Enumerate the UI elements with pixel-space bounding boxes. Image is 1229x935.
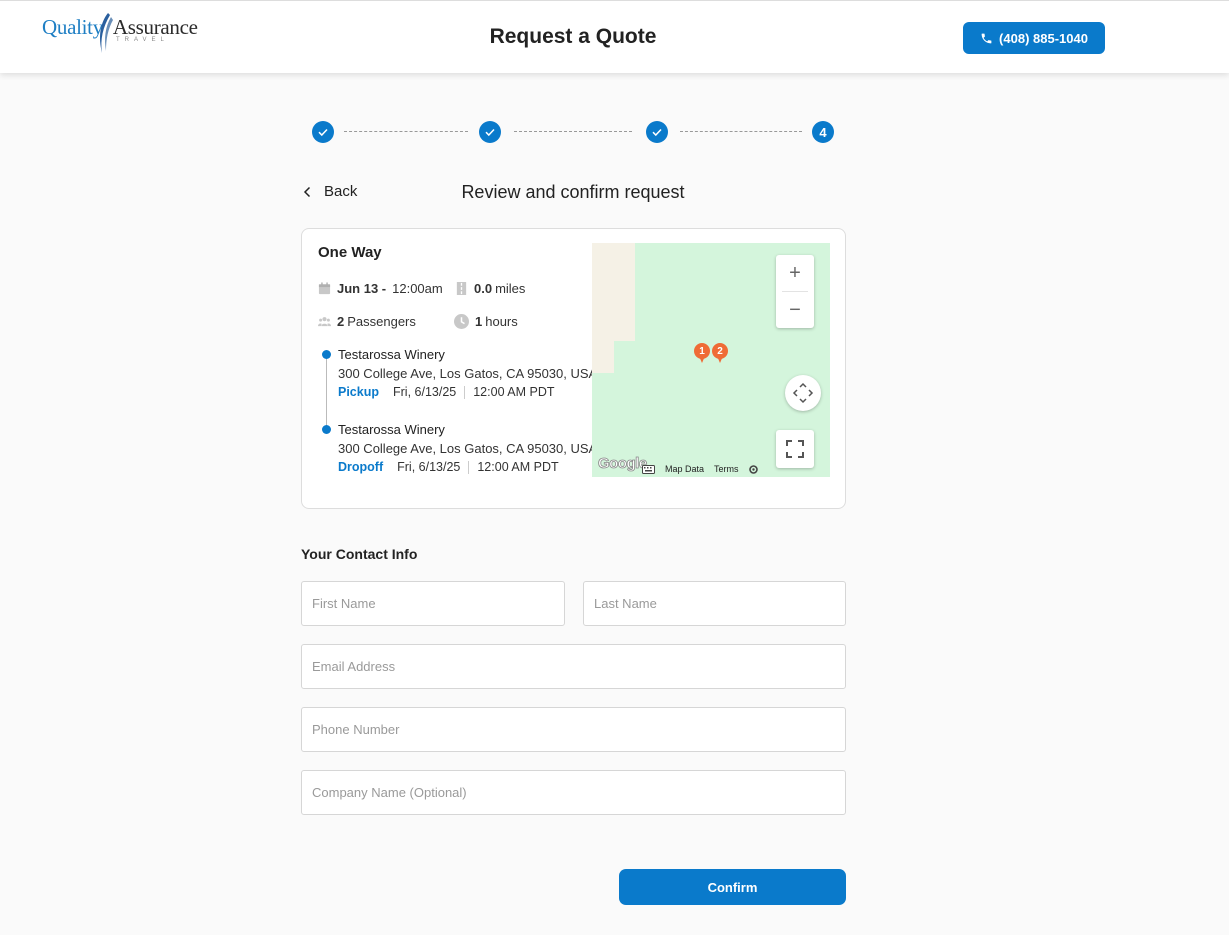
email-input[interactable] — [301, 644, 846, 689]
step-connector — [514, 131, 632, 132]
stop-date: Fri, 6/13/25 — [393, 385, 457, 399]
header: Quality Assurance TRAVEL Request a Quote … — [0, 0, 1229, 73]
trip-summary-card: One Way Jun 13 - 12:00am 0.0 miles 2 Pas… — [301, 228, 846, 509]
stop-name: Testarossa Winery — [338, 422, 445, 437]
map-terms-link[interactable]: Terms — [714, 464, 739, 474]
phone-icon — [981, 33, 992, 43]
stop-schedule: Pickup Fri, 6/13/25 12:00 AM PDT — [338, 385, 555, 399]
map-fullscreen-button[interactable] — [776, 430, 814, 468]
stop-kind: Dropoff — [338, 460, 384, 474]
fullscreen-icon — [786, 440, 804, 458]
phone-button[interactable]: (408) 885-1040 — [963, 22, 1105, 54]
route-map[interactable]: + − 1 2 Google Map Data Terms — [592, 243, 830, 477]
map-zoom-controls: + − — [776, 255, 814, 328]
trip-duration-unit: hours — [485, 314, 518, 329]
clock-icon — [454, 314, 469, 329]
trip-distance-value: 0.0 — [474, 281, 493, 296]
last-name-input[interactable] — [583, 581, 846, 626]
map-pin-dropoff[interactable]: 2 — [712, 343, 728, 363]
map-pan-button[interactable] — [785, 375, 821, 411]
step-2-complete — [479, 121, 501, 143]
phone-label: (408) 885-1040 — [999, 30, 1088, 46]
trip-date: Jun 13 - 12:00am — [318, 281, 443, 296]
road-icon — [456, 282, 467, 295]
progress-stepper: 4 — [312, 121, 836, 143]
calendar-icon — [318, 282, 331, 295]
step-connector — [344, 131, 468, 132]
divider — [468, 460, 470, 474]
map-pin-label: 1 — [694, 343, 710, 359]
stop-time: 12:00 AM PDT — [477, 460, 559, 474]
map-pin-label: 2 — [712, 343, 728, 359]
step-4-current: 4 — [812, 121, 834, 143]
stop-address: 300 College Ave, Los Gatos, CA 95030, US… — [338, 441, 598, 456]
report-icon[interactable] — [748, 464, 758, 474]
stop-time: 12:00 AM PDT — [473, 385, 555, 399]
trip-distance: 0.0 miles — [455, 281, 525, 296]
stop-address: 300 College Ave, Los Gatos, CA 95030, US… — [338, 366, 598, 381]
trip-date-value: Jun 13 - — [337, 281, 387, 296]
phone-input[interactable] — [301, 707, 846, 752]
stop-dot-icon — [322, 425, 331, 434]
trip-passengers-value: 2 — [337, 314, 345, 329]
divider — [464, 385, 466, 399]
first-name-input[interactable] — [301, 581, 565, 626]
checkmark-icon — [485, 128, 495, 137]
trip-duration: 1 hours — [454, 314, 518, 329]
trip-type: One Way — [318, 244, 382, 261]
map-land-area — [614, 311, 635, 341]
stop-dot-icon — [322, 350, 331, 359]
trip-passengers-unit: Passengers — [347, 314, 416, 329]
trip-time-value: 12:00am — [392, 281, 443, 296]
contact-section-title: Your Contact Info — [301, 546, 418, 562]
map-land-area — [592, 311, 614, 373]
google-logo: Google — [598, 455, 648, 473]
step-3-complete — [646, 121, 668, 143]
map-land-area — [592, 243, 635, 311]
step-connector — [680, 131, 802, 132]
checkmark-icon — [318, 128, 328, 137]
checkmark-icon — [652, 128, 662, 137]
stop-name: Testarossa Winery — [338, 347, 445, 362]
trip-passengers: 2 Passengers — [318, 314, 416, 329]
stop-schedule: Dropoff Fri, 6/13/25 12:00 AM PDT — [338, 460, 559, 474]
passengers-icon — [318, 317, 331, 327]
map-pin-pickup[interactable]: 1 — [694, 343, 710, 363]
zoom-in-button[interactable]: + — [776, 255, 814, 291]
route-connector — [326, 354, 327, 428]
trip-distance-unit: miles — [495, 281, 526, 296]
stop-date: Fri, 6/13/25 — [397, 460, 461, 474]
section-subtitle: Review and confirm request — [461, 182, 685, 202]
map-footer: Map Data Terms — [642, 464, 758, 474]
keyboard-icon[interactable] — [642, 464, 655, 474]
move-arrows-icon — [792, 382, 814, 404]
zoom-out-button[interactable]: − — [776, 292, 814, 328]
step-1-complete — [312, 121, 334, 143]
confirm-button[interactable]: Confirm — [619, 869, 846, 905]
trip-duration-value: 1 — [475, 314, 483, 329]
stop-kind: Pickup — [338, 385, 379, 399]
company-input[interactable] — [301, 770, 846, 815]
map-data-link[interactable]: Map Data — [665, 464, 704, 474]
